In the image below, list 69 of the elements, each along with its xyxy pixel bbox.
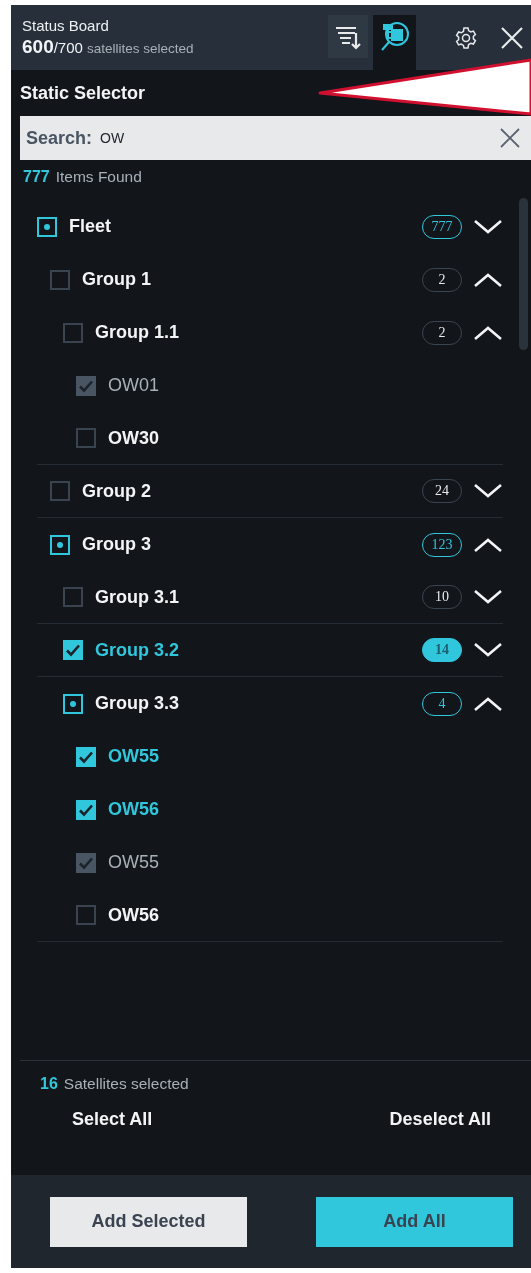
checkbox[interactable] [63,693,83,714]
search-value[interactable]: OW [100,130,125,146]
selected-total: 16 [40,1075,58,1093]
checkbox[interactable] [63,640,83,660]
tree-row[interactable]: Group 3.2 14 [37,624,503,677]
checkbox[interactable] [37,216,57,237]
tree-label: Group 3.1 [95,586,180,608]
tree-label: Group 3 [82,534,152,555]
chevron-down-icon[interactable] [473,642,503,658]
panel-title: Status Board [22,17,110,34]
tree-label: OW01 [108,375,160,396]
chevron-up-icon[interactable] [473,324,503,341]
chevron-down-icon[interactable] [473,589,503,605]
tree-label: OW30 [108,427,160,449]
count-caption: satellites selected [86,41,194,56]
tree-row[interactable]: Fleet 777 [37,200,503,253]
tree-row[interactable]: Group 3.3 4 [37,677,503,730]
chevron-up-icon[interactable] [473,536,503,553]
checkbox[interactable] [63,322,83,343]
tree-label: Group 1 [82,269,152,290]
settings-icon[interactable] [454,25,478,50]
scrollbar[interactable] [519,198,528,350]
checkbox[interactable] [50,534,70,555]
checkbox[interactable] [76,905,96,925]
add-selected-button[interactable]: Add Selected [50,1196,247,1247]
tree-row[interactable]: Group 1.1 2 [37,306,503,359]
chevron-down-icon[interactable] [473,218,503,235]
tree-row[interactable]: OW56 [37,783,503,836]
tree-row[interactable]: Group 2 24 [37,465,503,518]
tree-label: Group 3.3 [95,693,180,714]
deselect-all-button[interactable]: Deselect All [389,1109,491,1130]
tree-label: Group 3.2 [95,639,180,661]
tree-label: Group 1.1 [95,322,180,343]
tree-row[interactable]: Group 3.1 10 [37,571,503,624]
add-all-button[interactable]: Add All [316,1196,513,1247]
checkbox[interactable] [76,746,96,767]
tree-label: OW56 [108,799,160,820]
checkbox[interactable] [63,587,83,607]
tree-label: OW55 [108,852,160,873]
checkbox[interactable] [50,269,70,290]
tree-label: OW55 [108,746,160,767]
toolbar-tab[interactable] [373,15,416,70]
tree-row[interactable]: Group 1 2 [37,253,503,306]
count-badge: 14 [422,638,462,662]
tree-search-icon [378,21,411,53]
tree-label: Fleet [69,216,112,237]
tree-row[interactable]: OW56 [37,889,503,942]
section-title: Static Selector [19,82,146,105]
total-count: /700 [53,39,83,56]
search-label: Search: [26,127,93,149]
checkbox[interactable] [76,799,96,820]
result-count: 777 [23,168,50,186]
chevron-up-icon[interactable] [473,695,503,712]
tree-row[interactable]: OW30 [37,412,503,465]
tree-label: OW56 [108,904,160,926]
result-label: Items Found [55,168,142,186]
close-icon[interactable] [500,25,524,50]
chevron-down-icon[interactable] [473,483,503,499]
tree-label: Group 2 [82,480,152,502]
toolbar-tab[interactable] [328,15,368,58]
selected-count: 600 [22,36,54,58]
checkbox[interactable] [50,481,70,501]
select-all-button[interactable]: Select All [72,1109,153,1130]
tree-row[interactable]: OW55 [37,730,503,783]
checkbox[interactable] [76,428,96,448]
tree-row[interactable]: Group 3 123 [37,518,503,571]
chevron-up-icon[interactable] [473,271,503,288]
clear-icon[interactable] [500,128,520,148]
selected-label: Satellites selected [63,1075,189,1093]
